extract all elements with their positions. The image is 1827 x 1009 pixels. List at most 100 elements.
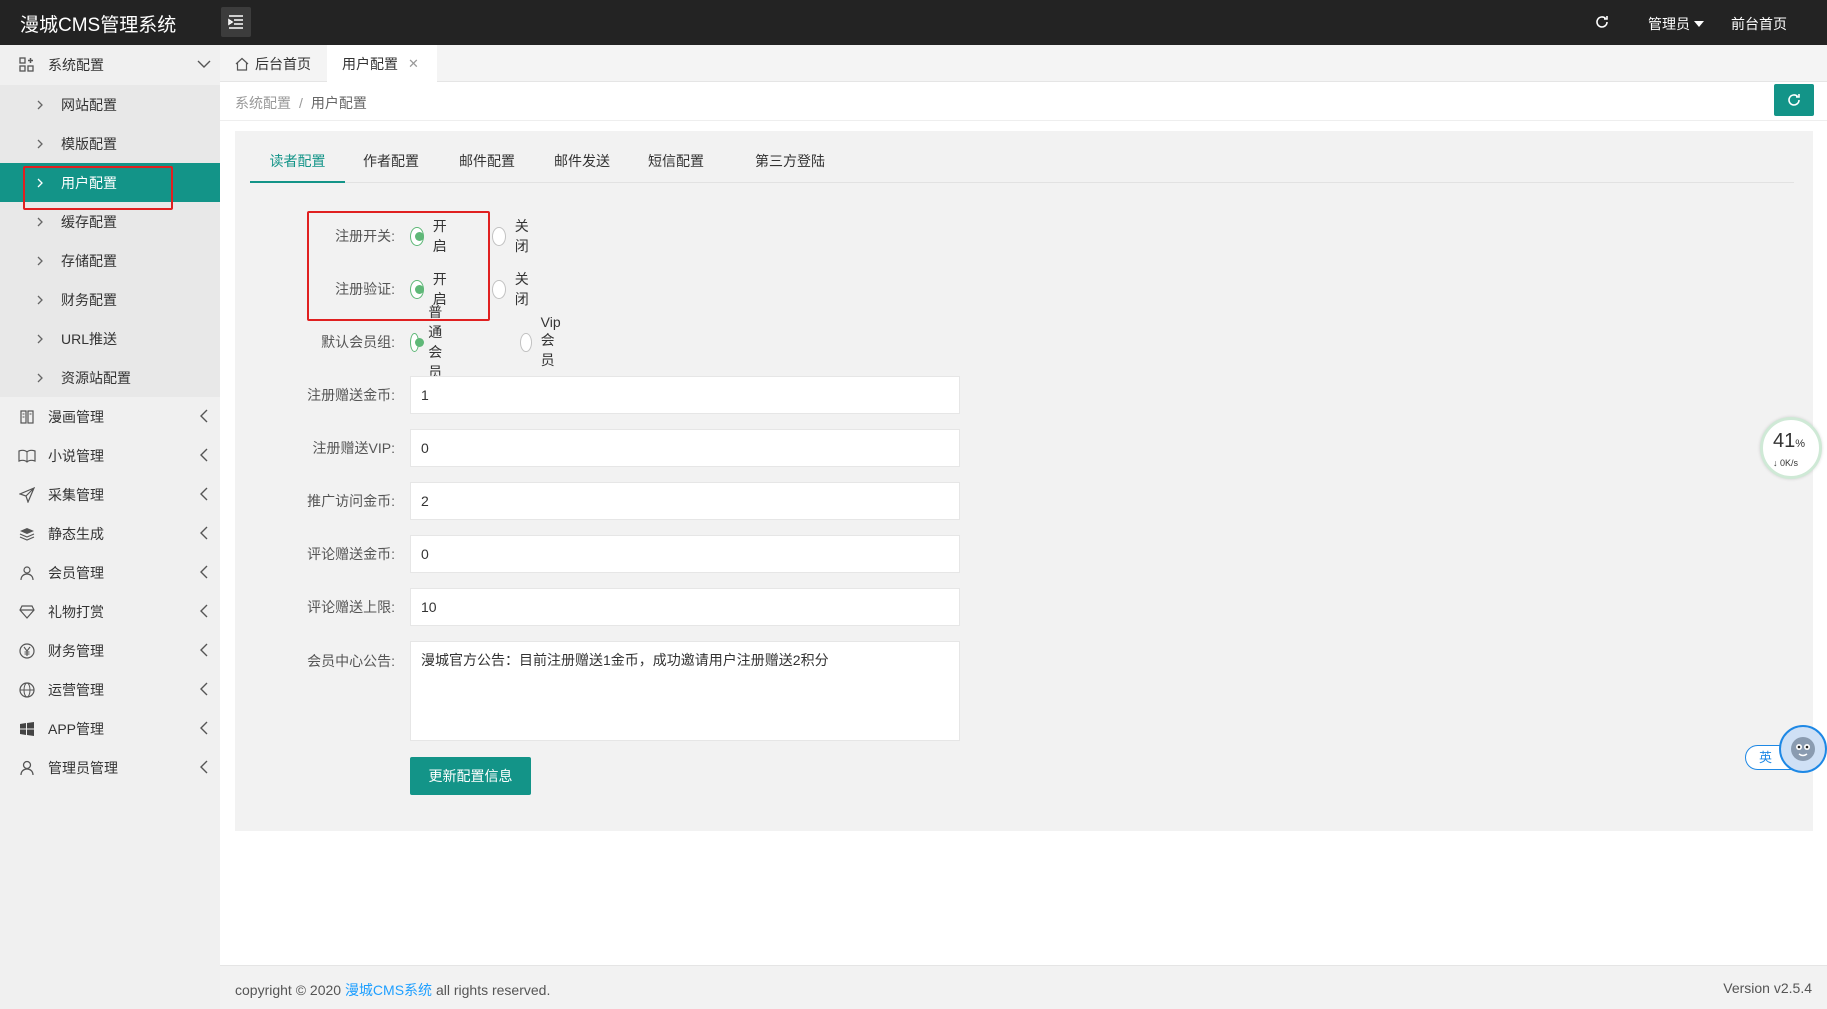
tab-mail-send[interactable]: 邮件发送 — [554, 141, 610, 183]
nav-group-label: 静态生成 — [48, 525, 104, 542]
sidebar-item-site-config[interactable]: 网站配置 — [0, 85, 220, 124]
diamond-icon — [18, 603, 36, 621]
footer: copyright © 2020 漫城CMS系统 all rights rese… — [220, 965, 1827, 1009]
comment-limit-input[interactable]: 10 — [410, 588, 960, 626]
chevron-left-icon — [196, 603, 212, 619]
speed-percent: 41% — [1773, 430, 1805, 453]
breadcrumb-parent[interactable]: 系统配置 — [235, 95, 291, 111]
promo-coins-label: 推广访问金币: — [307, 493, 395, 509]
nav-group-comic[interactable]: 漫画管理 — [0, 397, 220, 436]
close-icon[interactable]: ✕ — [408, 56, 419, 72]
reg-coins-input[interactable]: 1 — [410, 376, 960, 414]
config-tabs: 读者配置 作者配置 邮件配置 邮件发送 短信配置 第三方登陆 — [250, 141, 1794, 183]
network-speed-widget[interactable]: 41% ↓ 0K/s — [1760, 417, 1822, 479]
mascot-icon — [1779, 725, 1827, 773]
user-icon — [18, 759, 36, 777]
app-logo: 漫城CMS管理系统 — [20, 15, 177, 36]
menu-toggle-button[interactable] — [221, 7, 251, 37]
nav-group-app[interactable]: APP管理 — [0, 709, 220, 748]
sidebar-item-label: 存储配置 — [61, 252, 117, 269]
copyright-suffix: all rights reserved. — [432, 982, 551, 998]
promo-coins-input[interactable]: 2 — [410, 482, 960, 520]
comment-coins-input[interactable]: 0 — [410, 535, 960, 573]
nav-group-admins[interactable]: 管理员管理 — [0, 748, 220, 787]
member-group-normal-radio[interactable]: 普通会员 — [410, 302, 452, 382]
radio-circle — [410, 332, 425, 352]
grid-icon — [18, 56, 36, 74]
reg-switch-off-radio[interactable]: 关闭 — [492, 216, 534, 256]
tab-user-config[interactable]: 用户配置 ✕ — [327, 45, 437, 82]
comment-limit-label: 评论赠送上限: — [307, 599, 395, 615]
yen-icon — [18, 642, 36, 660]
sidebar-item-label: 资源站配置 — [61, 369, 131, 386]
sidebar-item-finance-config[interactable]: 财务配置 — [0, 280, 220, 319]
radio-circle — [492, 226, 506, 246]
tab-mail-config[interactable]: 邮件配置 — [459, 141, 515, 183]
sidebar-item-storage-config[interactable]: 存储配置 — [0, 241, 220, 280]
nav-group-operations[interactable]: 运营管理 — [0, 670, 220, 709]
users-icon — [18, 564, 36, 582]
tab-third-party-login[interactable]: 第三方登陆 — [755, 141, 825, 183]
nav-group-members[interactable]: 会员管理 — [0, 553, 220, 592]
reg-verify-off-radio[interactable]: 关闭 — [492, 269, 534, 309]
windows-icon — [18, 720, 36, 738]
notice-textarea[interactable]: 漫城官方公告：目前注册赠送1金币，成功邀请用户注册赠送2积分 — [410, 641, 960, 741]
chevron-right-icon — [37, 373, 47, 383]
front-home-link[interactable]: 前台首页 — [1731, 14, 1787, 34]
page-refresh-button[interactable] — [1774, 84, 1814, 116]
nav-group-finance[interactable]: 财务管理 — [0, 631, 220, 670]
update-config-button[interactable]: 更新配置信息 — [410, 757, 531, 795]
chevron-right-icon — [37, 334, 47, 344]
radio-label: 关闭 — [514, 271, 529, 307]
menu-indent-icon — [228, 15, 243, 29]
nav-group-gifts[interactable]: 礼物打赏 — [0, 592, 220, 631]
nav-group-collect[interactable]: 采集管理 — [0, 475, 220, 514]
breadcrumb-bar: 系统配置 / 用户配置 — [220, 82, 1827, 121]
layers-icon — [18, 525, 36, 543]
reg-vip-label: 注册赠送VIP: — [312, 440, 395, 456]
reg-vip-input[interactable]: 0 — [410, 429, 960, 467]
tab-author-config[interactable]: 作者配置 — [363, 141, 419, 183]
notice-label: 会员中心公告: — [307, 653, 395, 669]
tab-sms-config[interactable]: 短信配置 — [648, 141, 704, 183]
sidebar-item-url-push[interactable]: URL推送 — [0, 319, 220, 358]
radio-circle — [520, 332, 532, 352]
tab-label: 后台首页 — [255, 55, 311, 72]
nav-group-static[interactable]: 静态生成 — [0, 514, 220, 553]
chevron-right-icon — [37, 256, 47, 266]
chevron-left-icon — [196, 759, 212, 775]
refresh-icon — [1596, 16, 1608, 28]
top-header: 漫城CMS管理系统 管理员 前台首页 — [0, 0, 1827, 45]
chevron-right-icon — [37, 217, 47, 227]
nav-group-novel[interactable]: 小说管理 — [0, 436, 220, 475]
comment-coins-label: 评论赠送金币: — [307, 546, 395, 562]
home-icon — [235, 57, 249, 71]
tab-home[interactable]: 后台首页 — [220, 45, 327, 82]
tab-reader-config[interactable]: 读者配置 — [250, 141, 345, 183]
brand-link[interactable]: 漫城CMS系统 — [345, 982, 432, 998]
nav-group-label: 管理员管理 — [48, 759, 118, 776]
chevron-left-icon — [196, 525, 212, 541]
input-method-widget[interactable]: 英 — [1745, 725, 1827, 773]
member-group-vip-radio[interactable]: Vip会员 — [520, 314, 568, 370]
book-icon — [18, 408, 36, 426]
tab-label: 用户配置 — [342, 55, 398, 72]
copyright-prefix: copyright © 2020 — [235, 982, 345, 998]
refresh-icon — [1788, 94, 1800, 106]
sidebar-item-label: 缓存配置 — [61, 213, 117, 230]
config-panel: 读者配置 作者配置 邮件配置 邮件发送 短信配置 第三方登陆 注册开关: 开启 … — [235, 131, 1813, 831]
refresh-button[interactable] — [1590, 10, 1614, 34]
sidebar-item-template-config[interactable]: 模版配置 — [0, 124, 220, 163]
chevron-right-icon — [37, 139, 47, 149]
sidebar-item-resource-config[interactable]: 资源站配置 — [0, 358, 220, 397]
reg-coins-label: 注册赠送金币: — [307, 387, 395, 403]
admin-dropdown[interactable]: 管理员 — [1648, 14, 1704, 34]
radio-label: 普通会员 — [428, 304, 443, 380]
globe-icon — [18, 681, 36, 699]
nav-group-label: 采集管理 — [48, 486, 104, 503]
send-icon — [18, 486, 36, 504]
nav-group-label: 小说管理 — [48, 447, 104, 464]
sidebar-item-label: 财务配置 — [61, 291, 117, 308]
speed-percent-unit: % — [1795, 438, 1806, 450]
nav-group-system-config[interactable]: 系统配置 — [0, 45, 220, 85]
